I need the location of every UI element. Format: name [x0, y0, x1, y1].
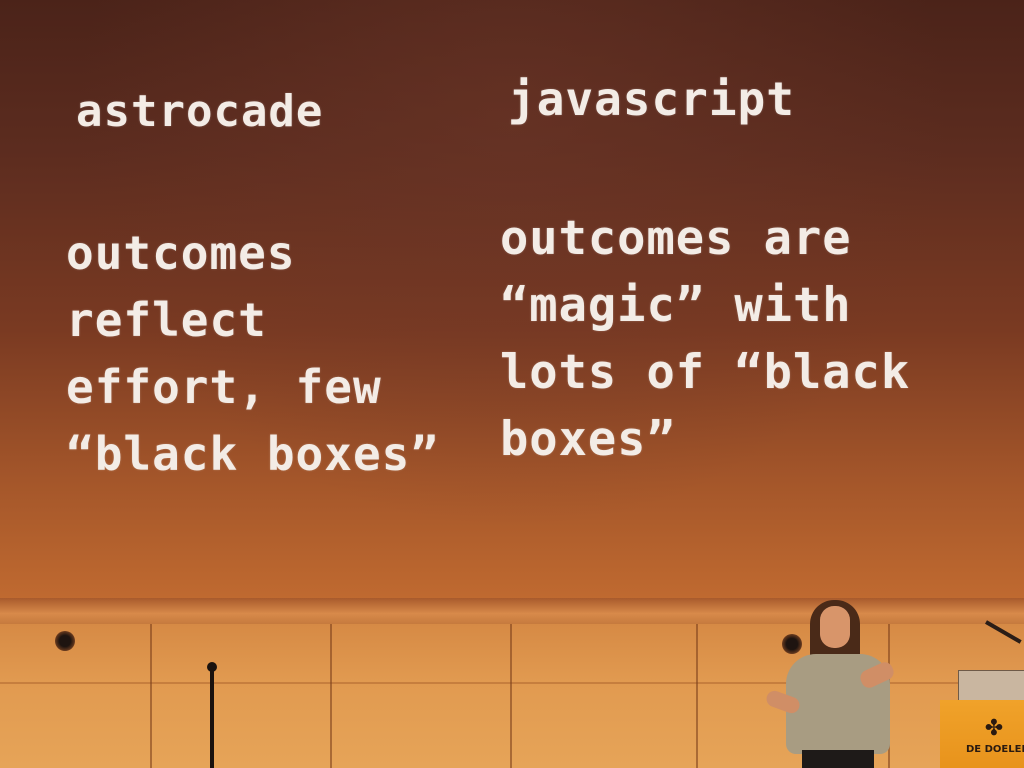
left-column-body: outcomes reflect effort, few “black boxe… [66, 226, 440, 481]
left-column-heading: astrocade [76, 86, 324, 137]
wall-panel-seam [696, 624, 698, 768]
mic-stand [210, 668, 214, 768]
speaker-person [760, 596, 910, 768]
wall-panel-seam [330, 624, 332, 768]
conference-stage-photo: astrocade javascript outcomes reflect ef… [0, 0, 1024, 768]
laptop [958, 670, 1024, 704]
de-doelen-logo-icon: ✤ [984, 716, 1004, 741]
right-column-body: outcomes are “magic” with lots of “black… [500, 211, 911, 467]
wall-panel-seam [510, 624, 512, 768]
projection-screen: astrocade javascript outcomes reflect ef… [0, 0, 1024, 600]
right-column-heading: javascript [508, 72, 795, 126]
speaker-face [820, 606, 850, 648]
wall-panel-seam [150, 624, 152, 768]
speaker-legs [802, 750, 874, 768]
wall-speaker-icon [55, 631, 75, 651]
podium-logo-text: DE DOELEN [966, 744, 1024, 755]
